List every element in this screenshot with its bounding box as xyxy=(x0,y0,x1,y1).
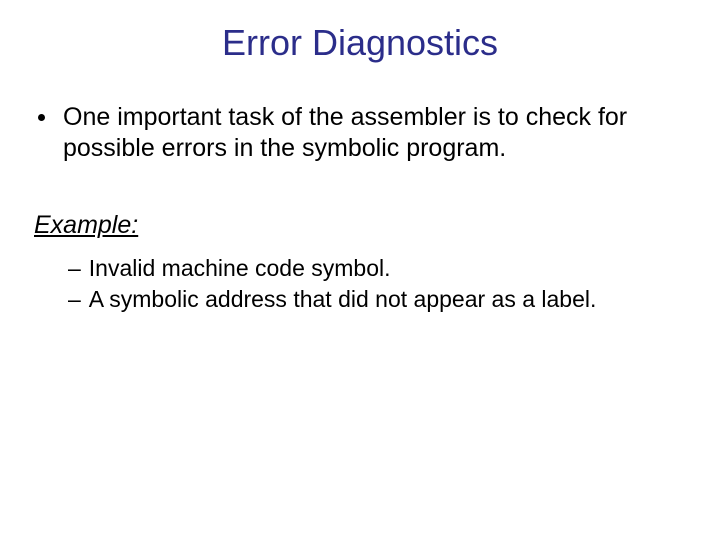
list-item-text: Invalid machine code symbol. xyxy=(89,254,391,283)
slide: Error Diagnostics One important task of … xyxy=(0,22,720,540)
dash-icon: – xyxy=(68,285,81,314)
bullet-text: One important task of the assembler is t… xyxy=(63,102,690,163)
list-item-text: A symbolic address that did not appear a… xyxy=(89,285,597,314)
list-item: – Invalid machine code symbol. xyxy=(68,254,690,283)
bullet-item: One important task of the assembler is t… xyxy=(30,102,690,163)
list-item: – A symbolic address that did not appear… xyxy=(68,285,690,314)
dash-list: – Invalid machine code symbol. – A symbo… xyxy=(68,254,690,314)
dash-icon: – xyxy=(68,254,81,283)
slide-title: Error Diagnostics xyxy=(0,22,720,64)
bullet-dot-icon xyxy=(38,114,45,121)
slide-body: One important task of the assembler is t… xyxy=(0,102,720,314)
example-heading: Example: xyxy=(34,211,690,240)
